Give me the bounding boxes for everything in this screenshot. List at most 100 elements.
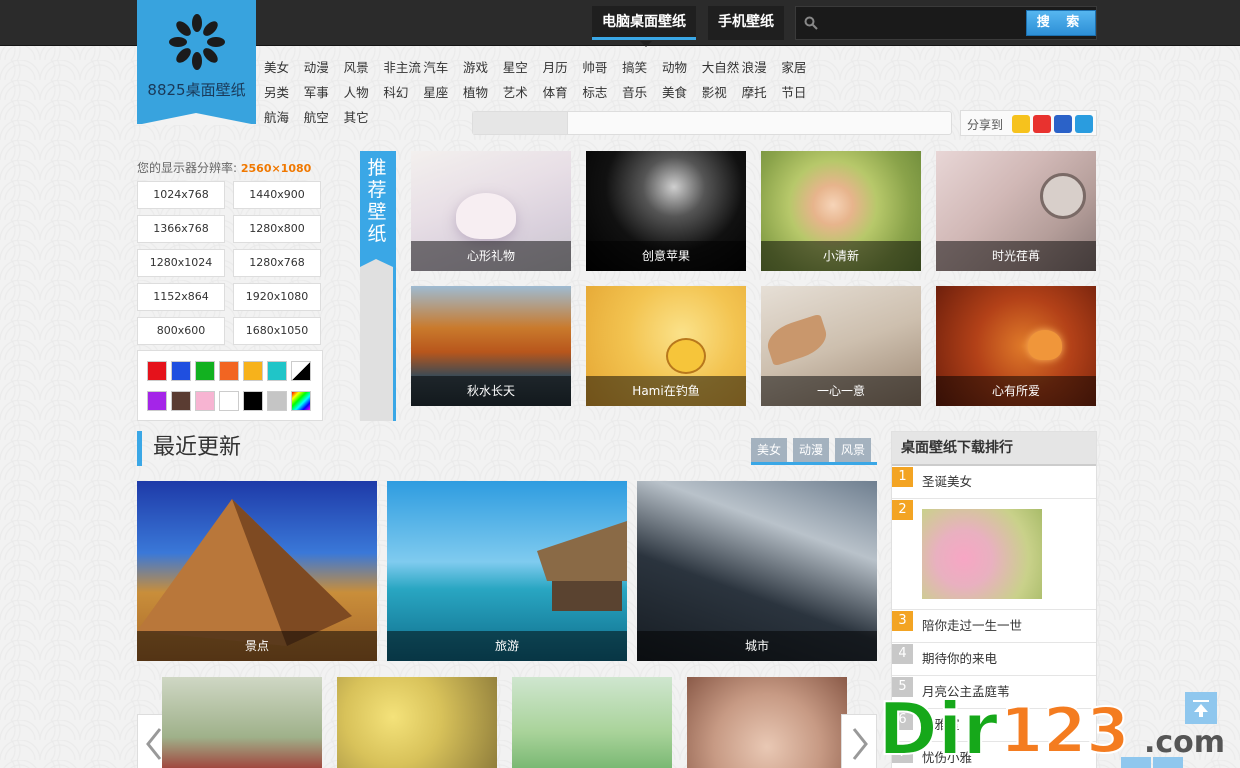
color-swatch-blue[interactable] bbox=[171, 361, 191, 381]
resolution-option[interactable]: 1280x1024 bbox=[137, 249, 225, 277]
resolution-option[interactable]: 800x600 bbox=[137, 317, 225, 345]
category-link[interactable]: 艺术 bbox=[501, 82, 541, 107]
resolution-option[interactable]: 1680x1050 bbox=[233, 317, 321, 345]
ranking-item[interactable]: 1 圣诞美女 bbox=[892, 466, 1096, 499]
baidu-icon[interactable] bbox=[1054, 115, 1072, 133]
category-link[interactable]: 人物 bbox=[342, 82, 382, 107]
wallpaper-thumb[interactable]: 心有所爱 bbox=[936, 286, 1096, 406]
category-link[interactable]: 标志 bbox=[580, 82, 620, 107]
category-link[interactable]: 科幻 bbox=[381, 82, 421, 107]
category-link[interactable]: 浪漫 bbox=[740, 57, 780, 82]
wallpaper-thumb[interactable]: 心形礼物 bbox=[411, 151, 571, 271]
carousel-thumb[interactable] bbox=[512, 677, 672, 768]
wallpaper-thumb[interactable]: 小清新 bbox=[761, 151, 921, 271]
wallpaper-thumb[interactable]: 时光荏苒 bbox=[936, 151, 1096, 271]
resolution-option[interactable]: 1152x864 bbox=[137, 283, 225, 311]
wallpaper-thumb[interactable]: 秋水长天 bbox=[411, 286, 571, 406]
latest-tab[interactable]: 美女 bbox=[751, 438, 787, 462]
category-link[interactable]: 军事 bbox=[302, 82, 342, 107]
category-link[interactable]: 汽车 bbox=[421, 57, 461, 82]
category-link[interactable]: 游戏 bbox=[461, 57, 501, 82]
category-link[interactable]: 航空 bbox=[302, 107, 342, 132]
category-link[interactable]: 美食 bbox=[660, 82, 700, 107]
resolution-option[interactable]: 1024x768 bbox=[137, 181, 225, 209]
home-side-icon[interactable] bbox=[1153, 757, 1183, 768]
color-swatch-purple[interactable] bbox=[147, 391, 167, 411]
wallpaper-thumb[interactable]: 一心一意 bbox=[761, 286, 921, 406]
site-logo[interactable]: 8825桌面壁纸 bbox=[137, 0, 256, 125]
carousel-next-button[interactable] bbox=[841, 714, 877, 768]
resolution-option[interactable]: 1366x768 bbox=[137, 215, 225, 243]
category-link[interactable]: 音乐 bbox=[620, 82, 660, 107]
latest-thumb[interactable]: 城市 bbox=[637, 481, 877, 661]
color-swatch-green[interactable] bbox=[195, 361, 215, 381]
category-link[interactable]: 家居 bbox=[779, 57, 819, 82]
color-swatch-gray[interactable] bbox=[267, 391, 287, 411]
wallpaper-thumb[interactable]: Hami在钓鱼 bbox=[586, 286, 746, 406]
back-to-top-button[interactable] bbox=[1185, 692, 1217, 724]
logo-text: 8825桌面壁纸 bbox=[147, 81, 246, 99]
category-link[interactable]: 星座 bbox=[421, 82, 461, 107]
search-input[interactable] bbox=[824, 11, 1020, 35]
pengyou-icon[interactable] bbox=[1075, 115, 1093, 133]
category-link[interactable]: 大自然 bbox=[700, 57, 740, 82]
category-link[interactable]: 摩托 bbox=[740, 82, 780, 107]
category-link[interactable]: 帅哥 bbox=[580, 57, 620, 82]
heart-shape bbox=[456, 193, 516, 239]
tab-mobile-wallpaper[interactable]: 手机壁纸 bbox=[708, 6, 784, 40]
share-label: 分享到 bbox=[967, 118, 1004, 132]
resolution-option[interactable]: 1280x800 bbox=[233, 215, 321, 243]
wallpaper-thumb[interactable]: 创意苹果 bbox=[586, 151, 746, 271]
category-link[interactable]: 植物 bbox=[461, 82, 501, 107]
color-swatch-brown[interactable] bbox=[171, 391, 191, 411]
qzone-icon[interactable] bbox=[1012, 115, 1030, 133]
category-link[interactable]: 体育 bbox=[541, 82, 581, 107]
color-swatch-white[interactable] bbox=[219, 391, 239, 411]
category-link[interactable]: 航海 bbox=[262, 107, 302, 132]
category-link[interactable]: 风景 bbox=[342, 57, 382, 82]
favorite-side-icon[interactable] bbox=[1121, 757, 1151, 768]
category-link[interactable]: 星空 bbox=[501, 57, 541, 82]
category-link[interactable]: 影视 bbox=[700, 82, 740, 107]
ranking-item[interactable]: 4 期待你的来电 bbox=[892, 643, 1096, 676]
color-swatch-orange[interactable] bbox=[219, 361, 239, 381]
pocket-watch-shape bbox=[1040, 173, 1086, 219]
category-link[interactable]: 动物 bbox=[660, 57, 700, 82]
color-swatch-red[interactable] bbox=[147, 361, 167, 381]
latest-tab[interactable]: 风景 bbox=[835, 438, 871, 462]
search-button[interactable]: 搜 索 bbox=[1026, 10, 1096, 36]
category-link[interactable]: 搞笑 bbox=[620, 57, 660, 82]
color-swatch-pink[interactable] bbox=[195, 391, 215, 411]
color-filter-panel bbox=[137, 350, 323, 421]
category-link[interactable]: 其它 bbox=[342, 107, 382, 132]
color-swatch-cyan[interactable] bbox=[267, 361, 287, 381]
carousel-thumb[interactable] bbox=[337, 677, 497, 768]
color-swatch-rainbow[interactable] bbox=[291, 391, 311, 411]
latest-thumb[interactable]: 旅游 bbox=[387, 481, 627, 661]
latest-tabs: 美女 动漫 风景 bbox=[751, 438, 877, 465]
carousel-thumb[interactable] bbox=[162, 677, 322, 768]
color-swatch-black-white[interactable] bbox=[291, 361, 311, 381]
resolution-option[interactable]: 1440x900 bbox=[233, 181, 321, 209]
color-swatch-black[interactable] bbox=[243, 391, 263, 411]
tab-pc-wallpaper[interactable]: 电脑桌面壁纸 bbox=[592, 6, 696, 40]
thumb-caption: 景点 bbox=[137, 631, 377, 661]
category-link[interactable]: 动漫 bbox=[302, 57, 342, 82]
ranking-item[interactable]: 2 bbox=[892, 499, 1096, 610]
category-link[interactable]: 美女 bbox=[262, 57, 302, 82]
share-bar: 分享到 bbox=[960, 110, 1097, 136]
ranking-item[interactable]: 3 陪你走过一生一世 bbox=[892, 610, 1096, 643]
resolution-option[interactable]: 1280x768 bbox=[233, 249, 321, 277]
resolution-option[interactable]: 1920x1080 bbox=[233, 283, 321, 311]
carousel-thumb[interactable] bbox=[687, 677, 847, 768]
color-swatch-yellow[interactable] bbox=[243, 361, 263, 381]
category-link[interactable]: 月历 bbox=[541, 57, 581, 82]
category-link[interactable]: 节日 bbox=[779, 82, 819, 107]
category-link[interactable]: 另类 bbox=[262, 82, 302, 107]
resolution-value: 2560×1080 bbox=[240, 162, 312, 175]
latest-thumb[interactable]: 景点 bbox=[137, 481, 377, 661]
latest-tab[interactable]: 动漫 bbox=[793, 438, 829, 462]
weibo-icon[interactable] bbox=[1033, 115, 1051, 133]
category-link[interactable]: 非主流 bbox=[381, 57, 421, 82]
ranking-thumb[interactable] bbox=[922, 509, 1042, 599]
